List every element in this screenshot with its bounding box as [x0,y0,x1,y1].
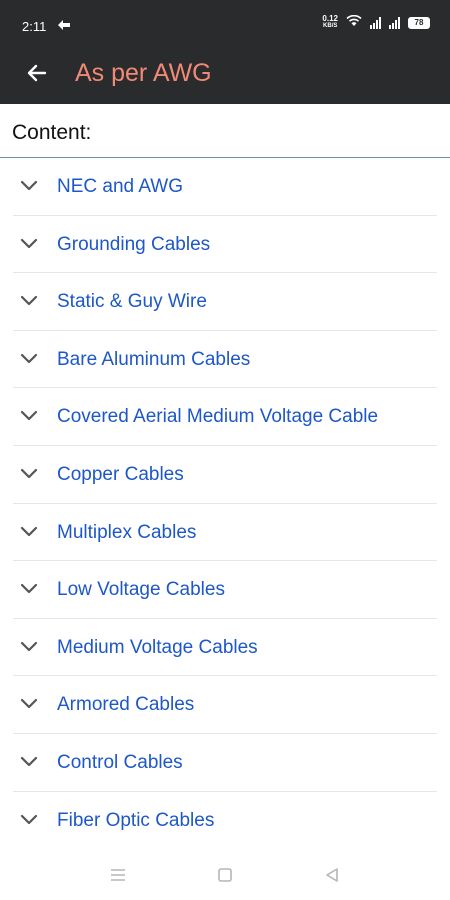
signal-icon-2 [389,16,400,29]
list-item[interactable]: Low Voltage Cables [13,561,437,619]
list-item-label: NEC and AWG [57,176,184,197]
list-item-label: Control Cables [57,751,183,773]
list-item-label: Copper Cables [57,463,184,485]
list-item[interactable]: Multiplex Cables [13,504,437,562]
list-item-label: Grounding Cables [57,233,211,255]
list-item[interactable]: Static & Guy Wire [13,273,437,331]
list-item-label: Static & Guy Wire [57,291,207,313]
list-item-label: Armored Cables [57,694,195,716]
back-button[interactable] [20,58,54,92]
list-item-label: Medium Voltage Cables [57,636,258,658]
home-square-icon[interactable] [210,864,240,886]
chevron-down-icon[interactable] [19,179,39,193]
chevron-down-icon[interactable] [19,237,39,251]
list-item[interactable]: Copper Cables [13,446,437,504]
chevron-down-icon[interactable] [19,409,39,423]
chevron-down-icon[interactable] [19,525,39,539]
chevron-down-icon[interactable] [19,294,39,308]
page-title: As per AWG [75,59,212,87]
system-nav-bar [0,858,450,900]
content-list: NEC and AWG Grounding Cables Static & Guy … [13,158,437,849]
list-item[interactable]: Armored Cables [13,676,437,734]
list-item[interactable]: Medium Voltage Cables [13,619,437,677]
network-speed: 0.12 KB/S [322,15,338,30]
list-item[interactable]: Grounding Cables [13,216,437,274]
menu-icon[interactable] [103,864,133,886]
list-item[interactable]: NEC and AWG [13,158,437,216]
arrow-left-icon [25,61,49,90]
list-item[interactable]: Control Cables [13,734,437,792]
chevron-down-icon[interactable] [19,813,39,827]
list-item[interactable]: Covered Aerial Medium Voltage Cable [13,388,437,446]
list-item-label: Covered Aerial Medium Voltage Cable [57,406,379,428]
app-bar: As per AWG [0,52,450,104]
list-item-label: Low Voltage Cables [57,579,225,601]
network-speed-value: 0.12 [322,14,338,23]
battery-icon: 78 [408,16,430,29]
list-item-label: Bare Aluminum Cables [57,348,251,370]
content-header: Content: [0,104,450,158]
list-item-label: Multiplex Cables [57,521,197,543]
wifi-icon [346,14,362,30]
status-icons: 0.12 KB/S 78 [322,15,430,30]
list-item-label: Fiber Optic Cables [57,809,215,831]
chevron-down-icon[interactable] [19,467,39,481]
status-bar: 2:11 0.12 KB/S 78 [0,0,450,52]
list-item[interactable]: Fiber Optic Cables [13,792,437,850]
content-label: Content: [12,121,92,144]
network-speed-unit: KB/S [323,23,338,29]
top-app-bar: 2:11 0.12 KB/S 78 As per AWG [0,0,450,104]
chevron-down-icon[interactable] [19,640,39,654]
back-triangle-icon[interactable] [317,864,347,886]
cast-icon [57,18,71,34]
chevron-down-icon[interactable] [19,697,39,711]
chevron-down-icon[interactable] [19,582,39,596]
chevron-down-icon[interactable] [19,755,39,769]
list-item[interactable]: Bare Aluminum Cables [13,331,437,389]
signal-icon [370,16,381,29]
chevron-down-icon[interactable] [19,352,39,366]
status-time: 2:11 [22,19,47,34]
